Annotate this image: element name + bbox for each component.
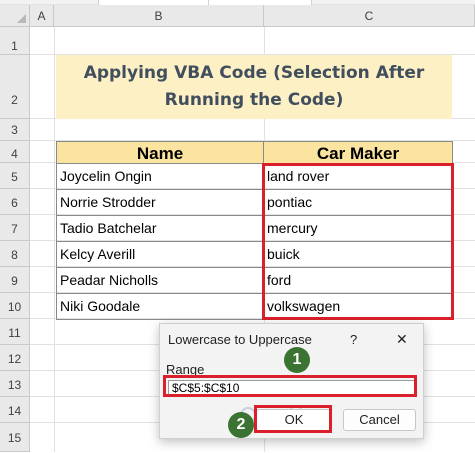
- select-all-triangle-icon: [17, 14, 26, 23]
- column-header-a[interactable]: A: [30, 5, 54, 27]
- row-header-6[interactable]: 6: [0, 189, 30, 215]
- select-all-button[interactable]: [0, 5, 30, 27]
- column-header-b[interactable]: B: [54, 5, 264, 27]
- table-cell-name[interactable]: Kelcy Averill: [56, 241, 264, 268]
- table-header-name[interactable]: Name: [56, 141, 264, 164]
- row-header-14[interactable]: 14: [0, 397, 30, 423]
- row-header-15[interactable]: 15: [0, 423, 30, 452]
- sheet-title: Applying VBA Code (Selection After Runni…: [56, 55, 452, 119]
- table-header-car-maker[interactable]: Car Maker: [263, 141, 453, 164]
- row-header-1[interactable]: 1: [0, 27, 30, 55]
- step-badge-2: 2: [228, 412, 254, 438]
- row-header-8[interactable]: 8: [0, 241, 30, 267]
- row-header-3[interactable]: 3: [0, 119, 30, 141]
- table-cell-name[interactable]: Tadio Batchelar: [56, 215, 264, 242]
- row-header-2[interactable]: 2: [0, 55, 30, 119]
- row-header-5[interactable]: 5: [0, 163, 30, 189]
- ok-button-highlight: [254, 405, 332, 433]
- row-header-12[interactable]: 12: [0, 345, 30, 371]
- table-cell-name[interactable]: Peadar Nicholls: [56, 267, 264, 294]
- row-header-13[interactable]: 13: [0, 371, 30, 397]
- step-badge-1: 1: [284, 347, 310, 373]
- dialog-title: Lowercase to Uppercase: [168, 332, 312, 347]
- selection-highlight: [262, 163, 454, 320]
- help-button[interactable]: ?: [350, 332, 357, 347]
- row-header-4[interactable]: 4: [0, 141, 30, 163]
- row-header-7[interactable]: 7: [0, 215, 30, 241]
- table-cell-name[interactable]: Joycelin Ongin: [56, 163, 264, 190]
- cancel-button[interactable]: Cancel: [343, 409, 416, 431]
- row-header-9[interactable]: 9: [0, 267, 30, 293]
- row-header-11[interactable]: 11: [0, 319, 30, 345]
- table-cell-name[interactable]: Norrie Strodder: [56, 189, 264, 216]
- column-header-c[interactable]: C: [264, 5, 475, 27]
- range-input-highlight: [163, 375, 417, 397]
- table-cell-name[interactable]: Niki Goodale: [56, 293, 264, 320]
- close-icon[interactable]: ✕: [396, 331, 408, 348]
- row-header-10[interactable]: 10: [0, 293, 30, 319]
